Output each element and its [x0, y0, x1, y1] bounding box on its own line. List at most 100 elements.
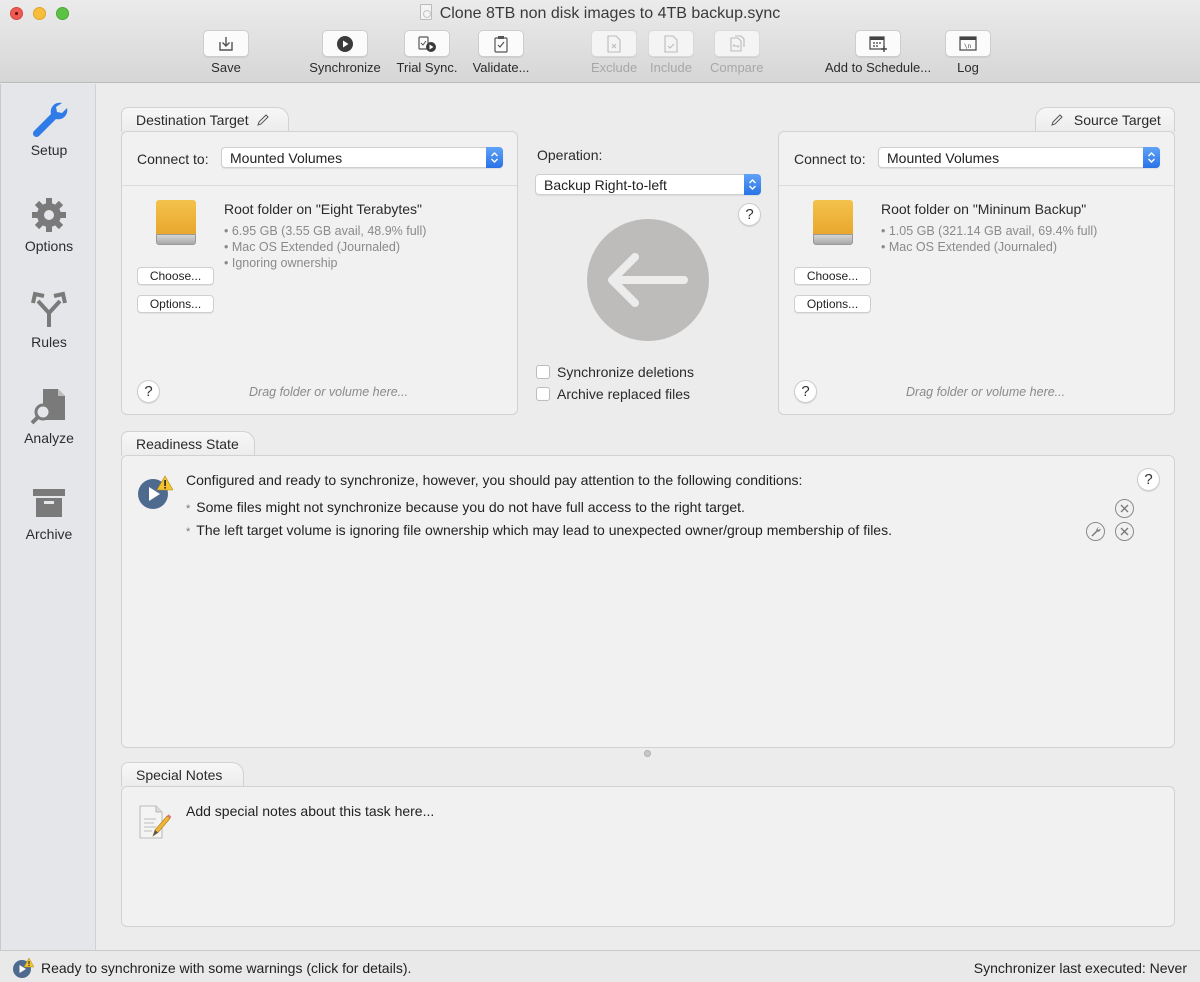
sidebar-item-setup-label: Setup: [30, 142, 68, 158]
chevron-updown-icon: [744, 174, 761, 195]
toolbar-log-label: Log: [957, 60, 979, 75]
sync-document-icon: [419, 4, 432, 20]
archive-replaced-files-label: Archive replaced files: [557, 386, 691, 402]
toolbar-save-button[interactable]: Save: [203, 30, 249, 75]
sidebar-item-rules[interactable]: Rules: [1, 290, 97, 350]
toolbar-exclude-label: Exclude: [591, 60, 638, 75]
sidebar-item-setup[interactable]: Setup: [1, 98, 97, 158]
toolbar-synchronize-label: Synchronize: [309, 60, 381, 75]
toolbar-add-to-schedule-button[interactable]: Add to Schedule...: [825, 30, 931, 75]
divider: [122, 185, 517, 186]
readiness-state-panel: Configured and ready to synchronize, how…: [121, 455, 1175, 748]
toolbar-synchronize-button[interactable]: Synchronize: [309, 30, 381, 75]
source-target-tab[interactable]: Source Target: [1035, 107, 1175, 132]
save-icon: [203, 30, 249, 57]
readiness-condition-item: * The left target volume is ignoring file…: [186, 522, 892, 538]
toolbar-save-label: Save: [211, 60, 241, 75]
calendar-add-icon: [855, 30, 901, 57]
trial-sync-icon: [404, 30, 450, 57]
readiness-message: Configured and ready to synchronize, how…: [186, 472, 803, 488]
sidebar-item-archive-label: Archive: [25, 526, 73, 542]
toolbar-validate-button[interactable]: Validate...: [473, 30, 529, 75]
checkbox-box[interactable]: [536, 387, 550, 401]
bullet-icon: *: [186, 503, 191, 515]
destination-choose-button[interactable]: Choose...: [137, 267, 214, 285]
synchronize-deletions-checkbox[interactable]: Synchronize deletions: [536, 364, 694, 380]
pencil-icon[interactable]: [1050, 113, 1064, 127]
sidebar-item-options[interactable]: Options: [1, 194, 97, 254]
document-x-icon: [591, 30, 638, 57]
destination-drag-hint: Drag folder or volume here...: [249, 385, 409, 399]
source-options-button[interactable]: Options...: [794, 295, 871, 313]
source-choose-button[interactable]: Choose...: [794, 267, 871, 285]
operation-help-button[interactable]: ?: [738, 203, 761, 226]
fix-condition-wrench-icon[interactable]: [1086, 522, 1105, 541]
status-bar: Ready to synchronize with some warnings …: [0, 950, 1200, 982]
status-message[interactable]: Ready to synchronize with some warnings …: [41, 960, 411, 976]
ready-with-warnings-icon: [137, 474, 174, 510]
archive-replaced-files-checkbox[interactable]: Archive replaced files: [536, 386, 690, 402]
wrench-icon: [1, 98, 97, 140]
sidebar-item-analyze[interactable]: Analyze: [1, 386, 97, 446]
svg-text:\n: \n: [964, 43, 972, 50]
source-connect-label: Connect to:: [794, 151, 866, 167]
destination-target-title: Destination Target: [136, 112, 249, 128]
notepad-pencil-icon: [137, 803, 175, 841]
special-notes-title: Special Notes: [136, 767, 223, 783]
destination-connect-label: Connect to:: [137, 151, 209, 167]
pencil-icon[interactable]: [256, 113, 270, 127]
special-notes-panel[interactable]: Add special notes about this task here..…: [121, 786, 1175, 927]
window-title: Clone 8TB non disk images to 4TB backup.…: [0, 4, 1200, 23]
sidebar-item-rules-label: Rules: [31, 334, 67, 350]
readiness-condition-item: * Some files might not synchronize becaus…: [186, 499, 745, 515]
clipboard-check-icon: [478, 30, 524, 57]
dismiss-condition-icon[interactable]: [1115, 522, 1134, 541]
split-view-resize-handle[interactable]: [644, 750, 651, 757]
operation-value: Backup Right-to-left: [544, 177, 667, 193]
toolbar-compare-button[interactable]: Compare: [710, 30, 763, 75]
last-executed-status: Synchronizer last executed: Never: [973, 960, 1187, 976]
destination-target-tab[interactable]: Destination Target: [121, 107, 289, 132]
gear-icon: [1, 194, 97, 236]
source-connect-select[interactable]: Mounted Volumes: [878, 147, 1160, 168]
sidebar-item-analyze-label: Analyze: [24, 430, 74, 446]
toolbar-validate-label: Validate...: [472, 60, 530, 75]
toolbar-exclude-button[interactable]: Exclude: [591, 30, 637, 75]
special-notes-tab: Special Notes: [121, 762, 244, 787]
toolbar-log-button[interactable]: \n Log: [945, 30, 991, 75]
log-window-icon: \n: [945, 30, 991, 57]
readiness-state-tab: Readiness State: [121, 431, 255, 456]
readiness-help-button[interactable]: ?: [1137, 468, 1160, 491]
toolbar-trial-sync-button[interactable]: Trial Sync.: [397, 30, 457, 75]
source-volume-format: • Mac OS Extended (Journaled): [881, 240, 1057, 254]
main-content: Destination Target Connect to: Mounted V…: [97, 84, 1200, 950]
destination-options-button[interactable]: Options...: [137, 295, 214, 313]
document-check-icon: [648, 30, 694, 57]
checkbox-box[interactable]: [536, 365, 550, 379]
readiness-state-title: Readiness State: [136, 436, 239, 452]
destination-volume-ownership: • Ignoring ownership: [224, 256, 338, 270]
fork-arrows-icon: [1, 290, 97, 332]
sidebar-item-archive[interactable]: Archive: [1, 482, 97, 542]
operation-select[interactable]: Backup Right-to-left: [535, 174, 761, 195]
toolbar-include-label: Include: [650, 60, 692, 75]
source-volume-size: • 1.05 GB (321.14 GB avail, 69.4% full): [881, 224, 1098, 238]
source-connect-value: Mounted Volumes: [887, 150, 1000, 166]
backup-direction-arrow-icon[interactable]: [587, 219, 709, 341]
destination-connect-select[interactable]: Mounted Volumes: [221, 147, 503, 168]
toolbar-include-button[interactable]: Include: [648, 30, 694, 75]
hard-disk-icon: [156, 200, 196, 246]
destination-volume-title: Root folder on "Eight Terabytes": [224, 201, 423, 217]
source-help-button[interactable]: ?: [794, 380, 817, 403]
special-notes-input[interactable]: Add special notes about this task here..…: [186, 803, 434, 819]
ready-with-warnings-icon[interactable]: [12, 957, 35, 979]
archive-box-icon: [1, 482, 97, 524]
destination-connect-value: Mounted Volumes: [230, 150, 343, 166]
dismiss-condition-icon[interactable]: [1115, 499, 1134, 518]
destination-help-button[interactable]: ?: [137, 380, 160, 403]
source-target-panel: Connect to: Mounted Volumes Root folder …: [778, 131, 1175, 415]
source-drag-hint: Drag folder or volume here...: [906, 385, 1066, 399]
source-volume-title: Root folder on "Mininum Backup": [881, 201, 1087, 217]
toolbar-compare-label: Compare: [710, 60, 764, 75]
chevron-updown-icon: [486, 147, 503, 168]
